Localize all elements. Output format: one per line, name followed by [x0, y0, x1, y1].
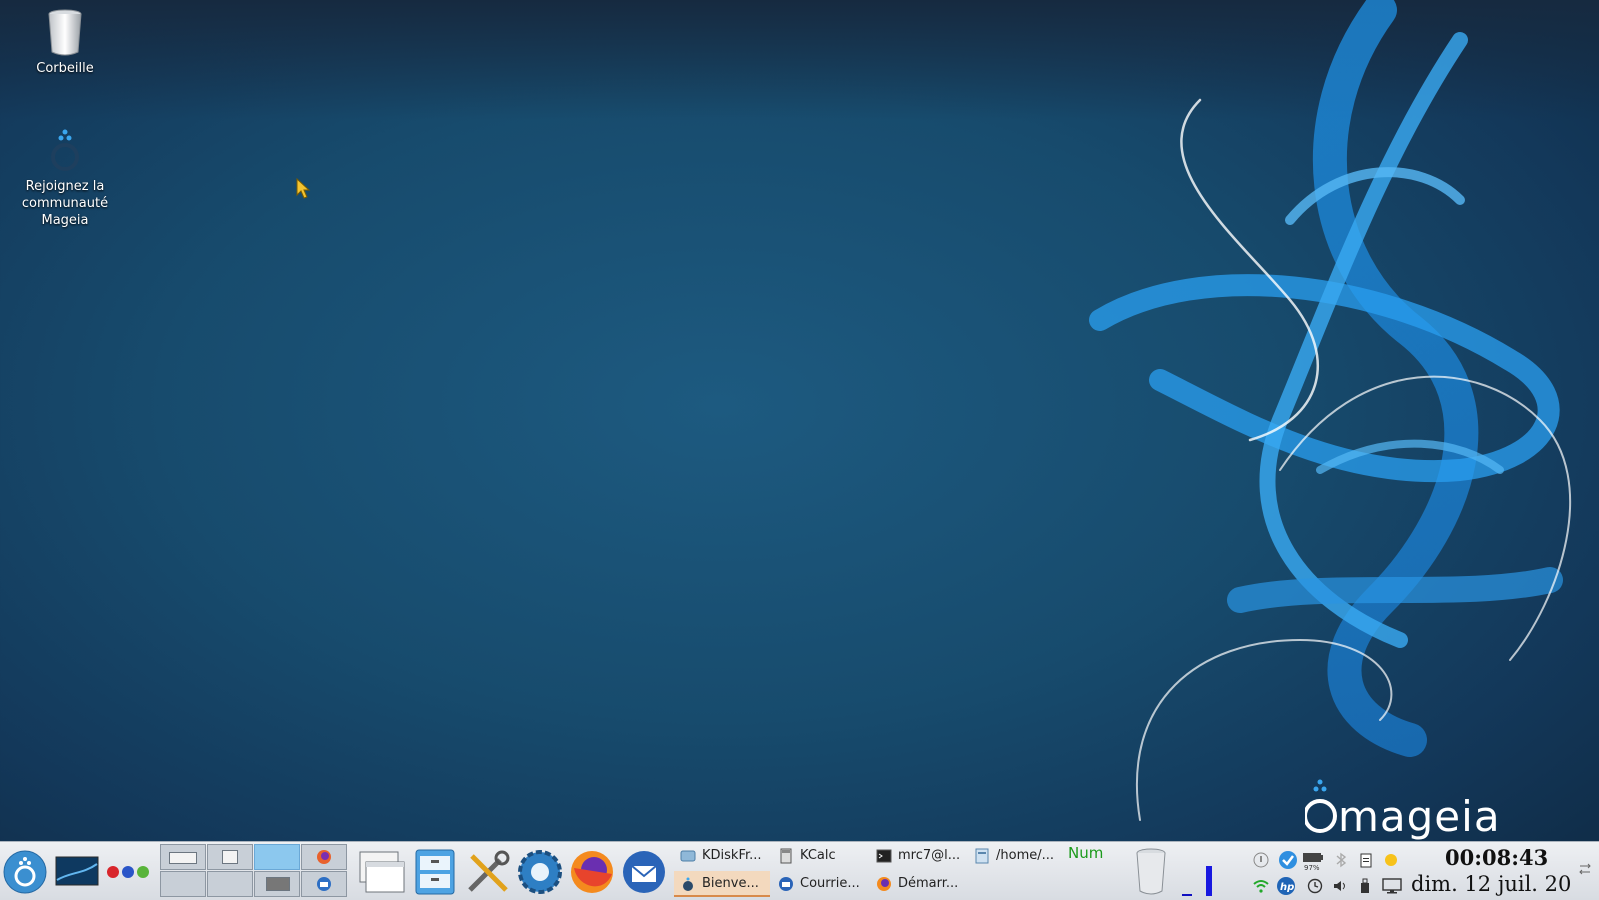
folder-icon [975, 848, 989, 864]
desktop-icon-community[interactable]: Rejoignez la communauté Mageia [15, 126, 115, 229]
task-label: /home/... [996, 848, 1055, 863]
calculator-icon [780, 848, 792, 864]
battery-icon[interactable]: 97% [1302, 851, 1324, 871]
window-switcher-button[interactable] [358, 848, 406, 896]
clock-date[interactable]: dim. 12 juil. 20 [1411, 872, 1571, 896]
volume-icon[interactable] [1332, 878, 1348, 894]
show-desktop-icon [55, 856, 99, 886]
terminal-icon [876, 849, 892, 863]
task-label: Démarr... [898, 876, 959, 891]
file-manager-button[interactable] [412, 848, 458, 896]
task-label: Bienve... [702, 876, 759, 891]
display-icon[interactable] [1382, 878, 1402, 894]
thunderbird-icon [317, 877, 331, 891]
firefox-icon [571, 851, 613, 893]
pager-desktop-8[interactable] [301, 871, 347, 897]
wifi-icon[interactable] [1253, 878, 1269, 894]
control-center-button[interactable] [516, 848, 564, 896]
task-welcome[interactable]: Bienve... [674, 871, 770, 897]
color-dots-button[interactable] [106, 864, 152, 880]
thunderbird-launcher-button[interactable] [620, 848, 668, 896]
pager-desktop-4[interactable] [301, 844, 347, 870]
panel-config-handle-icon[interactable] [1578, 862, 1592, 876]
pager-desktop-5[interactable] [160, 871, 206, 897]
show-desktop-button[interactable] [55, 856, 99, 888]
settings-tools-button[interactable] [464, 848, 512, 896]
numlock-indicator: Num [1068, 844, 1104, 862]
trash-icon [1136, 848, 1166, 895]
task-label: KDiskFr... [702, 848, 762, 863]
panel-trash-button[interactable] [1132, 847, 1170, 897]
pager-desktop-3[interactable] [254, 844, 300, 870]
pager-desktop-1[interactable] [160, 844, 206, 870]
mageia-menu-button[interactable] [2, 847, 48, 895]
clock-icon[interactable] [1307, 878, 1323, 894]
file-manager-icon [415, 849, 455, 895]
color-dots-icon [107, 866, 149, 878]
svg-text:hp: hp [1280, 882, 1294, 893]
thunderbird-icon [779, 877, 793, 891]
night-light-icon[interactable] [1383, 852, 1399, 868]
window-switcher-icon [359, 851, 405, 893]
task-terminal[interactable]: mrc7@l... [870, 843, 966, 869]
task-label: Courrie... [800, 876, 860, 891]
cpu-meter-icon [1182, 866, 1212, 896]
usb-drive-icon[interactable] [1357, 878, 1373, 894]
mouse-cursor-icon [296, 178, 311, 199]
settings-tools-icon [468, 850, 510, 892]
bluetooth-icon[interactable] [1333, 852, 1349, 868]
control-center-icon [518, 850, 562, 894]
cpu-load-meter[interactable] [1180, 852, 1214, 898]
clock-time[interactable]: 00:08:43 [1445, 845, 1548, 870]
thunderbird-icon [623, 851, 665, 893]
task-home-folder[interactable]: /home/... [968, 843, 1064, 869]
task-kcalc[interactable]: KCalc [772, 843, 868, 869]
clipboard-icon[interactable] [1358, 852, 1374, 868]
svg-text:97%: 97% [1304, 864, 1320, 871]
firefox-icon [317, 850, 331, 864]
pager-desktop-7[interactable] [254, 871, 300, 897]
wallpaper-swirl [1089, 0, 1571, 821]
trash-icon [41, 8, 89, 58]
task-firefox[interactable]: Démarr... [870, 871, 966, 897]
desktop-icon-label: Corbeille [36, 61, 94, 76]
mageia-menu-icon [3, 850, 47, 894]
kdiskfree-icon [680, 850, 696, 862]
task-label: mrc7@l... [898, 848, 961, 863]
mageia-welcome-icon [683, 877, 693, 891]
updates-check-icon[interactable] [1278, 850, 1298, 870]
hp-printer-icon[interactable]: hp [1276, 876, 1296, 896]
desktop-icon-label: Rejoignez la communauté Mageia [21, 179, 109, 228]
task-label: KCalc [800, 848, 836, 863]
firefox-launcher-button[interactable] [568, 848, 616, 896]
firefox-icon [877, 877, 891, 891]
pager-desktop-2[interactable] [207, 844, 253, 870]
mageia-community-icon [41, 126, 89, 176]
mageia-logo-text: mageia [1338, 792, 1501, 841]
taskbar: KDiskFr... Bienve... KCalc Courrie... mr… [0, 841, 1599, 900]
task-mail[interactable]: Courrie... [772, 871, 868, 897]
desktop-icon-trash[interactable]: Corbeille [15, 8, 115, 77]
pager-desktop-6[interactable] [207, 871, 253, 897]
notification-icon[interactable] [1253, 852, 1269, 868]
task-kdiskfree[interactable]: KDiskFr... [674, 843, 770, 869]
